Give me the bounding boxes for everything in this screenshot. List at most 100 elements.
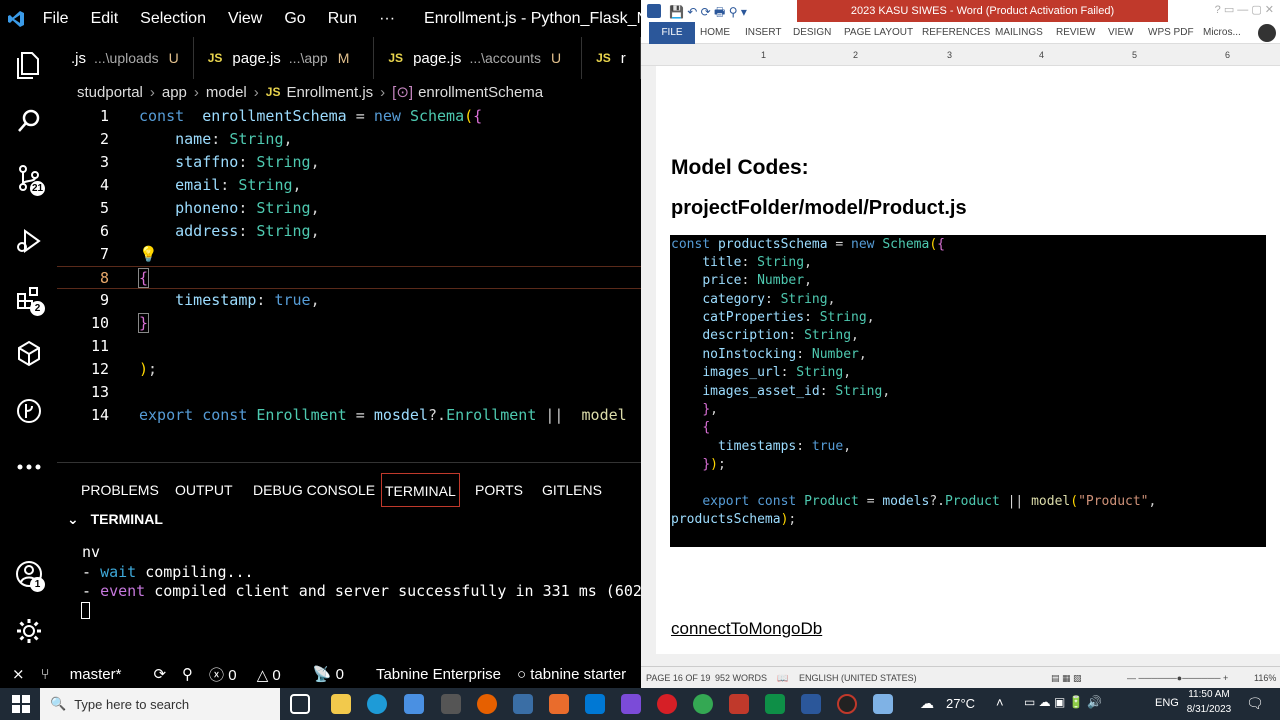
start-windows-icon[interactable]	[12, 695, 30, 718]
source-control-icon[interactable]: 21	[0, 154, 57, 202]
git-graph-icon[interactable]: ⚲	[182, 665, 193, 683]
tab-gitlens[interactable]: GITLENS	[539, 473, 605, 507]
ribbon-tabs: FILE HOME INSERT DESIGN PAGE LAYOUT REFE…	[641, 22, 1280, 44]
input-language[interactable]: ENG	[1155, 697, 1179, 709]
store-icon[interactable]	[404, 694, 424, 714]
tab-page-app[interactable]: JS page.js ...\app M	[194, 37, 375, 79]
proofing-icon[interactable]: 📖	[777, 667, 788, 688]
breadcrumb-item[interactable]: enrollmentSchema	[418, 84, 543, 101]
remote-icon[interactable]: ⨯	[12, 665, 25, 683]
tab-truncated[interactable]: JS r	[582, 37, 641, 79]
language-status[interactable]: ENGLISH (UNITED STATES)	[799, 667, 917, 688]
tabnine-starter[interactable]: ○ tabnine starter 👈	[517, 665, 641, 683]
obs-icon[interactable]	[837, 694, 857, 714]
code-editor[interactable]: 1 const enrollmentSchema = new Schema({ 2…	[57, 105, 641, 462]
breadcrumb-item[interactable]: studportal	[77, 84, 143, 101]
quick-access-icons[interactable]: 💾 ↶ ⟳ 🖶 ⚲ ▾	[669, 3, 747, 24]
gitlens-icon[interactable]	[0, 387, 57, 435]
code-line: 7 💡	[57, 243, 641, 266]
tab-status-flag: U	[551, 50, 562, 66]
mail-icon[interactable]	[585, 694, 605, 714]
ribbon-tab-home[interactable]: HOME	[700, 22, 730, 44]
editor-tabs: .js ...\uploads U JS page.js ...\app M J…	[57, 37, 641, 79]
search-icon[interactable]	[0, 97, 57, 145]
code-line: 5 phoneno: String,	[99, 199, 320, 217]
vscode-taskbar-icon[interactable]	[765, 694, 785, 714]
ribbon-tab-wps-pdf[interactable]: WPS PDF	[1148, 22, 1194, 44]
ribbon-tab-review[interactable]: REVIEW	[1056, 22, 1095, 44]
tab-uploads[interactable]: .js ...\uploads U	[57, 37, 194, 79]
ribbon-tab-mailings[interactable]: MAILINGS	[995, 22, 1043, 44]
chrome-icon[interactable]	[693, 694, 713, 714]
word-taskbar-icon[interactable]	[801, 694, 821, 714]
window-controls[interactable]: ? ▭ — ▢ ✕	[1215, 3, 1274, 16]
ribbon-tab-references[interactable]: REFERENCES	[922, 22, 990, 44]
menu-view[interactable]: View	[217, 10, 273, 28]
tab-ports[interactable]: PORTS	[472, 473, 526, 507]
notifications-icon[interactable]: 🗨	[1246, 695, 1264, 712]
document-page[interactable]: Model Codes: projectFolder/model/Product…	[656, 66, 1280, 654]
extensions-icon[interactable]: 2	[0, 274, 57, 322]
tab-output[interactable]: OUTPUT	[172, 473, 236, 507]
accounts-icon[interactable]: 1	[0, 550, 57, 598]
tab-terminal[interactable]: TERMINAL	[381, 473, 460, 507]
zoom-level[interactable]: 116%	[1254, 667, 1276, 688]
tab-debug-console[interactable]: DEBUG CONSOLE	[250, 473, 378, 507]
avatar[interactable]	[1258, 24, 1276, 42]
visual-studio-icon[interactable]	[621, 694, 641, 714]
wps-icon[interactable]	[729, 694, 749, 714]
tab-page-accounts[interactable]: JS page.js ...\accounts U	[374, 37, 583, 79]
menu-run[interactable]: Run	[317, 10, 368, 28]
ribbon-tab-file[interactable]: FILE	[649, 22, 695, 44]
menu-file[interactable]: File	[32, 10, 80, 28]
word-count[interactable]: 952 WORDS	[715, 667, 767, 688]
window-title: Enrollment.js - Python_Flask_NextJS_	[424, 9, 641, 27]
explorer-icon[interactable]	[0, 41, 57, 89]
problems-status[interactable]: ⓧ 0 △ 0	[209, 664, 297, 685]
view-mode-icons[interactable]: ▤ ▦ ▧	[1051, 667, 1082, 688]
breadcrumb-item[interactable]: Enrollment.js	[286, 84, 373, 101]
zoom-slider[interactable]: — ──────●────── +	[1127, 667, 1228, 688]
taskbar-search[interactable]: 🔍 Type here to search	[40, 688, 280, 720]
page-count[interactable]: PAGE 16 OF 19	[646, 667, 710, 688]
menu-more[interactable]: ···	[368, 10, 406, 28]
opera-icon[interactable]	[657, 694, 677, 714]
branch-item[interactable]: ⑂ master*	[41, 666, 138, 683]
weather-icon[interactable]: ☁	[920, 695, 934, 712]
menu-selection[interactable]: Selection	[129, 10, 217, 28]
settings-gear-icon[interactable]	[0, 607, 57, 655]
firefox-icon[interactable]	[477, 694, 497, 714]
run-debug-icon[interactable]	[0, 217, 57, 265]
sync-icon[interactable]: ⟳	[153, 665, 166, 683]
file-explorer-icon[interactable]	[331, 694, 351, 714]
clock-date[interactable]: 8/31/2023	[1184, 704, 1234, 715]
tab-problems[interactable]: PROBLEMS	[78, 473, 162, 507]
ribbon-tab-account[interactable]: Micros...	[1203, 22, 1241, 44]
tray-icons[interactable]: ▭ ☁ ▣ 🔋 🔊	[1024, 695, 1102, 709]
ribbon-tab-design[interactable]: DESIGN	[793, 22, 831, 44]
ribbon-tab-view[interactable]: VIEW	[1108, 22, 1134, 44]
ribbon-tab-insert[interactable]: INSERT	[745, 22, 782, 44]
tabnine-enterprise[interactable]: Tabnine Enterprise	[376, 666, 501, 683]
ports-status[interactable]: 📡 0	[313, 665, 360, 683]
app-icon[interactable]	[873, 694, 893, 714]
tray-chevron-icon[interactable]: ˄	[996, 695, 1004, 710]
ribbon-tab-page-layout[interactable]: PAGE LAYOUT	[844, 22, 913, 44]
code-line: 12);	[90, 360, 158, 378]
network-app-icon[interactable]	[513, 694, 533, 714]
breadcrumb-item[interactable]: app	[162, 84, 187, 101]
docker-icon[interactable]	[0, 329, 57, 377]
task-view-icon[interactable]	[290, 694, 310, 714]
temperature[interactable]: 27°C	[946, 696, 975, 711]
breadcrumb-item[interactable]: model	[206, 84, 247, 101]
menu-go[interactable]: Go	[273, 10, 316, 28]
terminal-section-header[interactable]: ⌄ TERMINAL	[67, 511, 163, 528]
terminal-icon[interactable]	[441, 694, 461, 714]
code-line: 13	[90, 383, 109, 401]
sublime-icon[interactable]	[549, 694, 569, 714]
menu-edit[interactable]: Edit	[80, 10, 130, 28]
edge-icon[interactable]	[367, 694, 387, 714]
more-icon[interactable]	[0, 443, 57, 491]
extensions-badge: 2	[30, 301, 45, 316]
clock-time[interactable]: 11:50 AM	[1184, 689, 1234, 700]
